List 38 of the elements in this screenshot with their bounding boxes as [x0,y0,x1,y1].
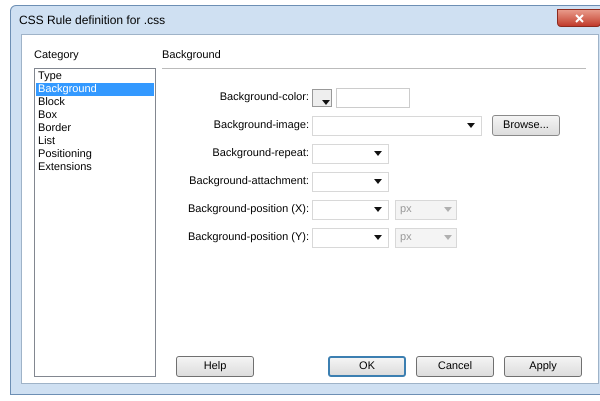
category-item[interactable]: Box [36,108,154,122]
field-label: Background-attachment: [188,174,310,190]
category-item[interactable]: Type [36,70,154,82]
close-button[interactable] [557,9,600,27]
dropdown[interactable] [312,172,389,192]
color-picker-button[interactable] [312,88,332,106]
category-item[interactable]: Positioning [36,148,154,160]
caret-icon [374,207,382,212]
field-label: Background-position (Y): [186,230,310,246]
field-label: Background-image: [212,118,310,134]
category-label: Category [34,48,80,63]
panel-heading: Background [162,48,222,63]
dropdown[interactable] [312,228,389,248]
caret-icon [444,207,452,212]
color-input-field[interactable] [336,88,410,108]
field-label: Background-color: [218,90,310,106]
caret-icon [444,235,452,240]
category-item[interactable]: List [36,134,154,148]
dropdown[interactable] [312,200,389,220]
category-item[interactable]: Border [36,122,154,134]
caret-icon [374,235,382,240]
category-item[interactable]: Block [36,96,154,108]
dialog-button[interactable]: OK [328,356,406,377]
field-label: Background-position (X): [186,202,310,218]
caret-icon [467,123,475,128]
field-label: Background-repeat: [211,146,310,162]
caret-icon [322,100,330,104]
dialog-button[interactable]: Cancel [416,356,494,377]
dropdown[interactable] [312,144,389,164]
dialog-button[interactable]: Apply [504,356,582,377]
dialog-button[interactable]: Help [176,356,254,377]
dropdown[interactable] [312,116,482,136]
browse-button[interactable]: Browse... [492,115,560,136]
caret-icon [374,151,382,156]
caret-icon [374,179,382,184]
close-icon [574,14,584,22]
category-item[interactable]: Extensions [36,160,154,174]
window-title: CSS Rule definition for .css [19,12,166,29]
